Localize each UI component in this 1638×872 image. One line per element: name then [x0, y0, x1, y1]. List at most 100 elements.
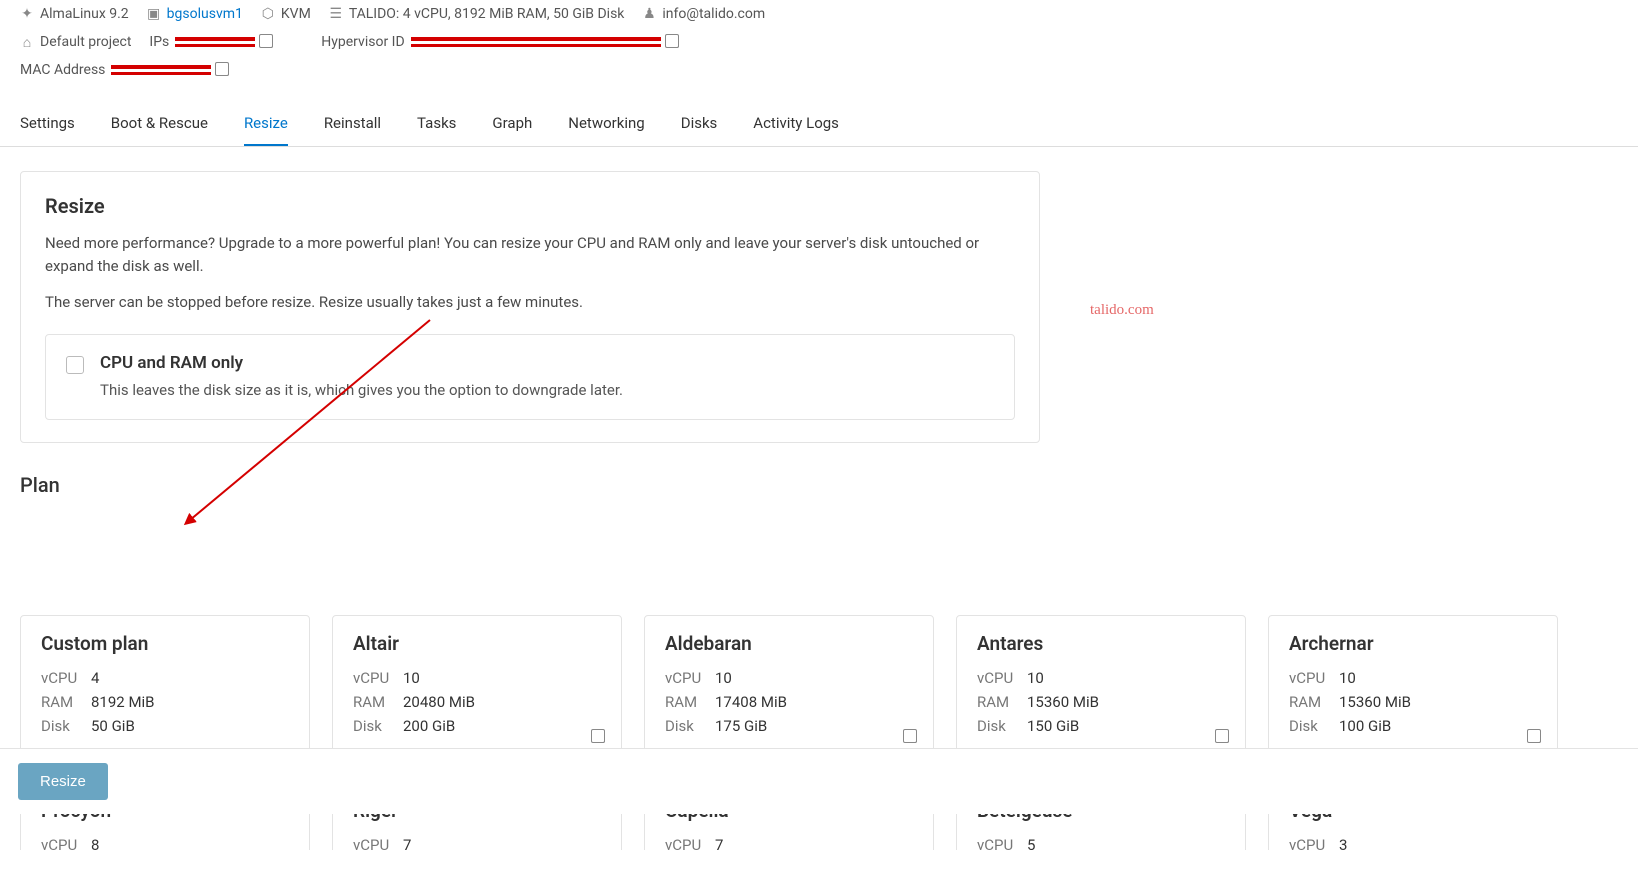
meta-email-text: info@talido.com: [662, 6, 765, 22]
spec-label: RAM: [977, 693, 1027, 711]
meta-mac-label: MAC Address: [20, 62, 105, 78]
spec-value: 10: [403, 669, 420, 687]
cpu-ram-only-desc: This leaves the disk size as it is, whic…: [100, 379, 623, 402]
plan-name: Archernar: [1289, 632, 1537, 655]
spec-label: Disk: [41, 717, 91, 735]
spec-label: RAM: [41, 693, 91, 711]
tab-settings[interactable]: Settings: [20, 102, 75, 146]
spec-value: 10: [715, 669, 732, 687]
plan-name: Aldebaran: [665, 632, 913, 655]
spec-label: vCPU: [41, 669, 91, 687]
server-icon: ▣: [147, 7, 161, 21]
tab-networking[interactable]: Networking: [568, 102, 644, 146]
meta-project-text: Default project: [40, 34, 131, 50]
watermark: talido.com: [1090, 302, 1154, 319]
copy-icon[interactable]: [1529, 731, 1541, 743]
specs-icon: ☰: [329, 7, 343, 21]
resize-button[interactable]: Resize: [18, 763, 108, 800]
spec-value: 7: [403, 836, 411, 850]
copy-icon[interactable]: [261, 36, 273, 48]
copy-icon[interactable]: [593, 731, 605, 743]
cpu-ram-only-card[interactable]: CPU and RAM only This leaves the disk si…: [45, 334, 1015, 421]
plan-name: Antares: [977, 632, 1225, 655]
redacted-ip: [175, 37, 255, 47]
tab-activity-logs[interactable]: Activity Logs: [753, 102, 839, 146]
spec-value: 4: [91, 669, 99, 687]
meta-mac: MAC Address: [20, 62, 229, 78]
cpu-ram-only-title: CPU and RAM only: [100, 353, 623, 373]
meta-row-3: MAC Address: [0, 56, 1638, 84]
resize-title: Resize: [45, 194, 1015, 218]
spec-label: vCPU: [977, 836, 1027, 850]
redacted-hypervisor: [411, 37, 661, 47]
spec-value: 8192 MiB: [91, 693, 155, 711]
meta-specs-text: TALIDO: 4 vCPU, 8192 MiB RAM, 50 GiB Dis…: [349, 6, 625, 22]
meta-row-1: ✦ AlmaLinux 9.2 ▣ bgsolusvm1 ⬡ KVM ☰ TAL…: [0, 0, 1638, 28]
meta-virt-text: KVM: [281, 6, 311, 22]
spec-label: vCPU: [41, 836, 91, 850]
resize-desc: Need more performance? Upgrade to a more…: [45, 232, 1015, 277]
spec-label: Disk: [1289, 717, 1339, 735]
tab-boot-rescue[interactable]: Boot & Rescue: [111, 102, 208, 146]
spec-label: vCPU: [977, 669, 1027, 687]
plan-card[interactable]: Altair vCPU10RAM20480 MiBDisk200 GiB: [332, 615, 622, 760]
spec-label: vCPU: [353, 836, 403, 850]
spec-value: 20480 MiB: [403, 693, 475, 711]
spec-label: Disk: [353, 717, 403, 735]
tab-resize[interactable]: Resize: [244, 102, 288, 146]
meta-specs: ☰ TALIDO: 4 vCPU, 8192 MiB RAM, 50 GiB D…: [329, 6, 625, 22]
meta-email: ♟ info@talido.com: [642, 6, 765, 22]
tab-tasks[interactable]: Tasks: [417, 102, 456, 146]
spec-value: 200 GiB: [403, 717, 455, 735]
plan-card[interactable]: ArchernarvCPU10RAM15360 MiBDisk100 GiB: [1268, 615, 1558, 760]
meta-row-2: ⌂ Default project IPs Hypervisor ID: [0, 28, 1638, 56]
meta-hostname-text[interactable]: bgsolusvm1: [167, 6, 243, 22]
meta-os-text: AlmaLinux 9.2: [40, 6, 129, 22]
tabs-nav: Settings Boot & Rescue Resize Reinstall …: [0, 102, 1638, 147]
tab-reinstall[interactable]: Reinstall: [324, 102, 381, 146]
meta-hyp-label: Hypervisor ID: [321, 34, 404, 50]
resize-warning: The server can be stopped before resize.…: [45, 291, 1015, 314]
copy-icon[interactable]: [217, 64, 229, 76]
copy-icon[interactable]: [1217, 731, 1229, 743]
spec-label: Disk: [665, 717, 715, 735]
spec-value: 10: [1027, 669, 1044, 687]
spec-label: vCPU: [1289, 836, 1339, 850]
meta-ips-label: IPs: [149, 34, 169, 50]
copy-icon[interactable]: [905, 731, 917, 743]
spec-value: 3: [1339, 836, 1347, 850]
spec-label: RAM: [1289, 693, 1339, 711]
spec-value: 7: [715, 836, 723, 850]
user-icon: ♟: [642, 7, 656, 21]
spec-value: 17408 MiB: [715, 693, 787, 711]
spec-value: 15360 MiB: [1339, 693, 1411, 711]
footer-bar: Resize: [0, 748, 1638, 814]
resize-card: Resize Need more performance? Upgrade to…: [20, 171, 1040, 443]
os-icon: ✦: [20, 7, 34, 21]
spec-value: 150 GiB: [1027, 717, 1079, 735]
plan-section-title: Plan: [20, 473, 1040, 497]
tab-graph[interactable]: Graph: [492, 102, 532, 146]
spec-label: vCPU: [665, 669, 715, 687]
plan-card[interactable]: Custom planvCPU4RAM8192 MiBDisk50 GiB: [20, 615, 310, 760]
plans-row: Custom planvCPU4RAM8192 MiBDisk50 GiBAlt…: [20, 615, 1540, 760]
spec-label: vCPU: [1289, 669, 1339, 687]
spec-label: vCPU: [665, 836, 715, 850]
cube-icon: ⬡: [261, 7, 275, 21]
meta-hypervisor: Hypervisor ID: [321, 34, 678, 50]
spec-value: 175 GiB: [715, 717, 767, 735]
plan-card[interactable]: AldebaranvCPU10RAM17408 MiBDisk175 GiB: [644, 615, 934, 760]
spec-value: 100 GiB: [1339, 717, 1391, 735]
cpu-ram-only-checkbox[interactable]: [66, 356, 84, 374]
tab-disks[interactable]: Disks: [681, 102, 718, 146]
spec-label: vCPU: [353, 669, 403, 687]
copy-icon[interactable]: [667, 36, 679, 48]
meta-os: ✦ AlmaLinux 9.2: [20, 6, 129, 22]
spec-label: RAM: [353, 693, 403, 711]
plan-name: Altair: [353, 632, 601, 655]
spec-value: 50 GiB: [91, 717, 135, 735]
meta-hostname[interactable]: ▣ bgsolusvm1: [147, 6, 243, 22]
meta-ips: IPs: [149, 34, 273, 50]
spec-value: 15360 MiB: [1027, 693, 1099, 711]
plan-card[interactable]: AntaresvCPU10RAM15360 MiBDisk150 GiB: [956, 615, 1246, 760]
